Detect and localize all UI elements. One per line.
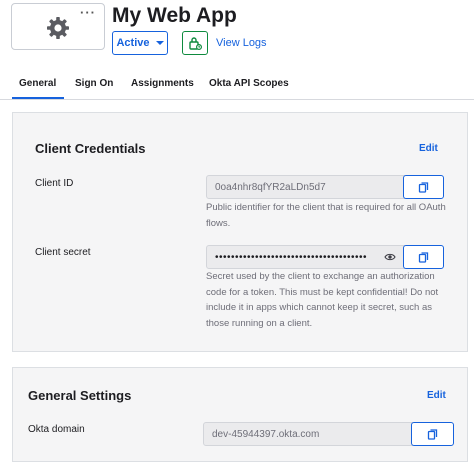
view-logs-icon-button[interactable]: [182, 31, 208, 55]
client-id-field[interactable]: 0oa4nhr8qfYR2aLDn5d7: [206, 175, 405, 199]
general-settings-panel: General Settings Edit Okta domain dev-45…: [12, 367, 468, 462]
okta-domain-value: dev-45944397.okta.com: [212, 428, 320, 440]
client-id-help: Public identifier for the client that is…: [206, 202, 446, 229]
client-credentials-title: Client Credentials: [35, 141, 146, 156]
more-dots-icon[interactable]: ···: [80, 6, 96, 19]
eye-icon[interactable]: [384, 252, 396, 262]
status-label: Active: [116, 37, 150, 49]
okta-domain-label: Okta domain: [28, 424, 85, 435]
app-logo-box: ···: [11, 3, 105, 50]
lock-log-icon: [189, 37, 202, 50]
tab-okta-api-scopes[interactable]: Okta API Scopes: [209, 78, 289, 89]
tab-general[interactable]: General: [11, 78, 65, 99]
client-secret-label: Client secret: [35, 247, 91, 258]
general-settings-title: General Settings: [28, 388, 132, 403]
copy-icon: [427, 428, 438, 440]
view-logs-link[interactable]: View Logs: [216, 37, 267, 49]
app-title: My Web App: [112, 4, 237, 27]
status-dropdown-button[interactable]: Active: [112, 31, 168, 55]
copy-icon: [418, 251, 429, 263]
tab-assignments[interactable]: Assignments: [131, 78, 194, 89]
general-settings-edit-link[interactable]: Edit: [427, 390, 446, 401]
client-secret-help: Secret used by the client to exchange an…: [206, 271, 439, 329]
tab-sign-on[interactable]: Sign On: [75, 78, 113, 89]
client-credentials-edit-link[interactable]: Edit: [419, 143, 438, 154]
tab-bar: General Sign On Assignments Okta API Sco…: [0, 66, 474, 100]
okta-domain-copy-button[interactable]: [411, 422, 454, 446]
client-id-label: Client ID: [35, 178, 74, 189]
client-secret-value: ••••••••••••••••••••••••••••••••••••••: [215, 251, 368, 263]
copy-icon: [418, 181, 429, 193]
client-secret-copy-button[interactable]: [403, 245, 444, 269]
client-credentials-panel: Client Credentials Edit Client ID 0oa4nh…: [12, 112, 468, 352]
client-secret-field[interactable]: ••••••••••••••••••••••••••••••••••••••: [206, 245, 405, 269]
gear-icon: [47, 17, 69, 39]
okta-domain-field[interactable]: dev-45944397.okta.com: [203, 422, 413, 446]
client-id-copy-button[interactable]: [403, 175, 444, 199]
client-id-value: 0oa4nhr8qfYR2aLDn5d7: [215, 181, 326, 193]
chevron-down-icon: [155, 41, 164, 45]
